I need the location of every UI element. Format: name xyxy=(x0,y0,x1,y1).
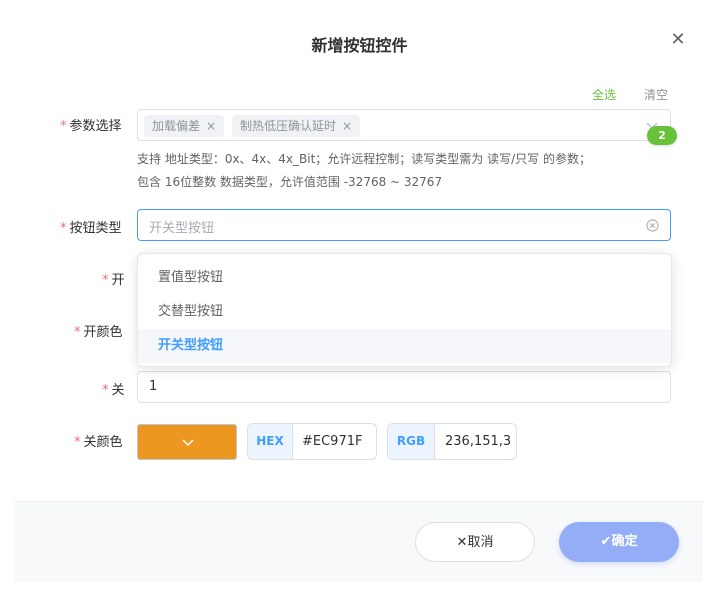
rgb-prefix: RGB xyxy=(388,424,435,459)
required-mark: * xyxy=(102,273,109,288)
param-tag: 制热低压确认延时 × xyxy=(232,115,361,137)
on-color-label: * 开颜色 xyxy=(74,321,123,340)
required-mark: * xyxy=(102,383,109,398)
dropdown-option[interactable]: 交替型按钮 xyxy=(138,295,671,329)
dropdown-option-selected[interactable]: 开关型按钮 xyxy=(138,329,671,363)
param-select-label-text: 参数选择 xyxy=(69,119,122,134)
add-button-control-dialog: 新增按钮控件 ✕ 全选 清空 * 参数选择 加载偏差 × 制热低压确认延时 × 2 支… xyxy=(0,0,719,596)
on-value-label-text: 开 xyxy=(111,273,125,288)
on-color-label-text: 开颜色 xyxy=(83,325,123,340)
button-type-label-text: 按钮类型 xyxy=(69,221,122,236)
param-multiselect[interactable]: 加载偏差 × 制热低压确认延时 × xyxy=(137,109,671,141)
required-mark: * xyxy=(74,435,81,450)
param-tag-label: 制热低压确认延时 xyxy=(240,119,337,133)
button-type-dropdown: 置值型按钮 交替型按钮 开关型按钮 xyxy=(137,253,672,367)
chevron-down-icon xyxy=(182,439,194,447)
confirm-button[interactable]: ✔确定 xyxy=(559,522,679,562)
button-type-label: * 按钮类型 xyxy=(60,217,122,236)
off-value-label-text: 关 xyxy=(111,383,125,398)
param-tag: 加载偏差 × xyxy=(144,115,225,137)
hex-input[interactable]: #EC971F xyxy=(302,424,374,459)
required-mark: * xyxy=(60,119,67,134)
circle-x-icon[interactable] xyxy=(646,219,659,232)
clear-link[interactable]: 清空 xyxy=(644,86,668,103)
close-icon[interactable]: ✕ xyxy=(668,30,688,50)
off-color-label-text: 关颜色 xyxy=(83,435,123,450)
dropdown-option[interactable]: 置值型按钮 xyxy=(138,261,671,295)
param-hint-line-2: 包含 16位整数 数据类型，允许值范围 -32768 ~ 32767 xyxy=(137,175,443,189)
param-select-label: * 参数选择 xyxy=(60,115,122,134)
dialog-title: 新增按钮控件 xyxy=(311,36,408,55)
param-tag-label: 加载偏差 xyxy=(152,119,201,133)
cancel-button[interactable]: ✕取消 xyxy=(415,522,535,562)
off-color-picker[interactable] xyxy=(137,424,237,460)
hex-input-group: HEX #EC971F xyxy=(247,423,377,460)
rgb-input[interactable]: 236,151,3 xyxy=(445,424,515,459)
tag-close-icon[interactable]: × xyxy=(206,119,216,133)
on-value-label: * 开 xyxy=(102,269,125,288)
tag-close-icon[interactable]: × xyxy=(342,119,352,133)
button-type-select[interactable]: 开关型按钮 xyxy=(137,209,671,241)
rgb-input-group: RGB 236,151,3 xyxy=(387,423,517,460)
selected-count-badge: 2 xyxy=(647,126,677,145)
off-color-label: * 关颜色 xyxy=(74,431,123,450)
select-all-link[interactable]: 全选 xyxy=(592,86,616,103)
param-hint-line-1: 支持 地址类型：0x、4x、4x_Bit；允许远程控制；读写类型需为 读写/只写… xyxy=(137,152,591,166)
off-value-input[interactable]: 1 xyxy=(137,371,671,403)
off-value-text: 1 xyxy=(149,379,158,394)
button-type-placeholder: 开关型按钮 xyxy=(149,221,215,236)
hex-prefix: HEX xyxy=(248,424,293,459)
required-mark: * xyxy=(60,221,67,236)
off-value-label: * 关 xyxy=(102,379,125,398)
required-mark: * xyxy=(74,325,81,340)
